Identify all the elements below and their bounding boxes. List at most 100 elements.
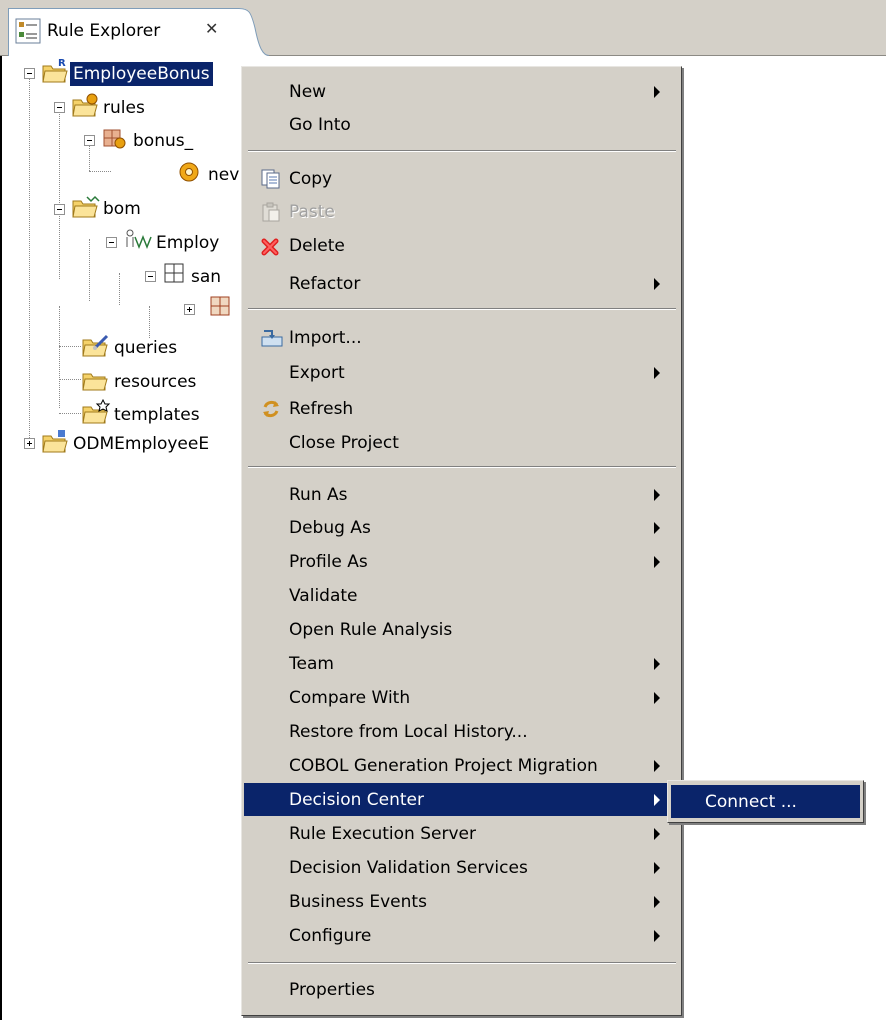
tree-node-new-rule[interactable]: nev [205,159,242,191]
delete-icon [260,235,282,257]
menu-item-label: Team [289,654,334,674]
tree-node-label: queries [114,338,178,358]
menu-item-copy[interactable]: Copy [244,162,680,195]
tree-node-label: nev [208,165,240,185]
menu-item-refactor[interactable]: Refactor [244,267,680,300]
tree-node-bom[interactable]: bom [100,193,144,225]
menu-item-label: Import... [289,328,362,348]
menu-item-new[interactable]: New [244,75,680,108]
expand-toggle[interactable] [184,304,195,315]
submenu-arrow-icon [654,828,660,840]
collapse-toggle[interactable] [24,68,35,79]
menu-item-cobol-migration[interactable]: COBOL Generation Project Migration [244,749,680,782]
submenu-arrow-icon [654,522,660,534]
menu-item-profile-as[interactable]: Profile As [244,545,680,578]
tree-node-odmemployee[interactable]: ODMEmployeeE [70,428,212,460]
menu-item-label: Copy [289,169,333,189]
tree-node-employeebonus[interactable]: EmployeeBonus [70,58,213,90]
refresh-icon [260,398,282,420]
menu-item-label: Open Rule Analysis [289,620,453,640]
menu-item-delete[interactable]: Delete [244,229,680,262]
menu-item-refresh[interactable]: Refresh [244,392,680,425]
menu-item-label: Validate [289,586,358,606]
menu-item-import[interactable]: Import... [244,321,680,354]
menu-item-business-events[interactable]: Business Events [244,885,680,918]
decision-center-submenu: Connect ... [667,780,864,823]
submenu-arrow-icon [654,658,660,670]
tree-node-bonus[interactable]: bonus_ [130,125,196,157]
menu-item-properties[interactable]: Properties [244,973,680,1006]
tree-node-label: san [191,267,222,287]
menu-item-connect[interactable]: Connect ... [671,785,860,818]
class-grid-icon [208,294,232,323]
submenu-arrow-icon [654,930,660,942]
menu-item-go-into[interactable]: Go Into [244,108,680,141]
tree-node-employ[interactable]: Employ [153,227,222,259]
rule-gear-icon [176,159,202,190]
menu-separator [248,150,676,152]
menu-item-team[interactable]: Team [244,647,680,680]
collapse-toggle[interactable] [54,204,65,215]
menu-item-decision-center[interactable]: Decision Center [244,783,680,816]
menu-item-label: COBOL Generation Project Migration [289,756,598,776]
import-icon [260,327,283,349]
menu-item-close-project[interactable]: Close Project [244,426,680,459]
tree-node-templates[interactable]: templates [111,399,203,431]
menu-item-configure[interactable]: Configure [244,919,680,952]
menu-item-label: Refactor [289,274,361,294]
view-tab-bar: Rule Explorer ✕ [0,0,886,56]
menu-item-label: New [289,82,327,102]
menu-item-restore-local-history[interactable]: Restore from Local History... [244,715,680,748]
bom-entry-icon [122,227,152,258]
tab-rule-explorer[interactable]: Rule Explorer ✕ [8,8,240,56]
menu-item-validate[interactable]: Validate [244,579,680,612]
collapse-toggle[interactable] [84,135,95,146]
menu-item-decision-validation-services[interactable]: Decision Validation Services [244,851,680,884]
menu-item-rule-execution-server[interactable]: Rule Execution Server [244,817,680,850]
rule-project-icon: R [41,58,69,89]
tree-connector [59,413,81,414]
menu-item-label: Decision Center [289,790,424,810]
menu-item-label: Decision Validation Services [289,858,528,878]
tab-slope [239,8,269,56]
close-icon[interactable]: ✕ [205,19,218,38]
copy-icon [260,168,282,190]
menu-item-label: Profile As [289,552,368,572]
tree-connector [119,273,120,305]
tree-node-label: rules [103,98,145,118]
menu-item-label: Debug As [289,518,371,538]
collapse-toggle[interactable] [106,237,117,248]
submenu-arrow-icon [654,862,660,874]
expand-toggle[interactable] [24,438,35,449]
menu-item-open-rule-analysis[interactable]: Open Rule Analysis [244,613,680,646]
tree-node-san[interactable]: san [188,261,224,293]
tree-connector [89,239,90,301]
collapse-toggle[interactable] [145,271,156,282]
menu-item-paste[interactable]: Paste [244,195,680,228]
submenu-arrow-icon [654,692,660,704]
collapse-toggle[interactable] [54,102,65,113]
tree-connector [59,306,60,408]
menu-item-compare-with[interactable]: Compare With [244,681,680,714]
menu-item-label: Configure [289,926,372,946]
menu-item-export[interactable]: Export [244,356,680,389]
bom-folder-icon [71,193,101,224]
context-menu: New Go Into Copy Paste Delete Refactor I… [241,66,682,1016]
menu-separator [248,962,676,964]
ruleflow-package-icon [101,125,127,156]
tree-node-queries[interactable]: queries [111,332,180,364]
submenu-arrow-icon [654,556,660,568]
menu-item-label: Refresh [289,399,354,419]
menu-item-run-as[interactable]: Run As [244,478,680,511]
menu-item-label: Delete [289,236,345,256]
menu-item-label: Export [289,363,345,383]
menu-item-label: Business Events [289,892,427,912]
menu-item-label: Go Into [289,115,351,135]
tree-node-resources[interactable]: resources [111,366,199,398]
menu-item-debug-as[interactable]: Debug As [244,511,680,544]
menu-item-label: Rule Execution Server [289,824,476,844]
submenu-arrow-icon [654,489,660,501]
tree-connector [29,73,30,438]
tree-node-label: bom [103,199,141,219]
tree-node-rules[interactable]: rules [100,92,148,124]
